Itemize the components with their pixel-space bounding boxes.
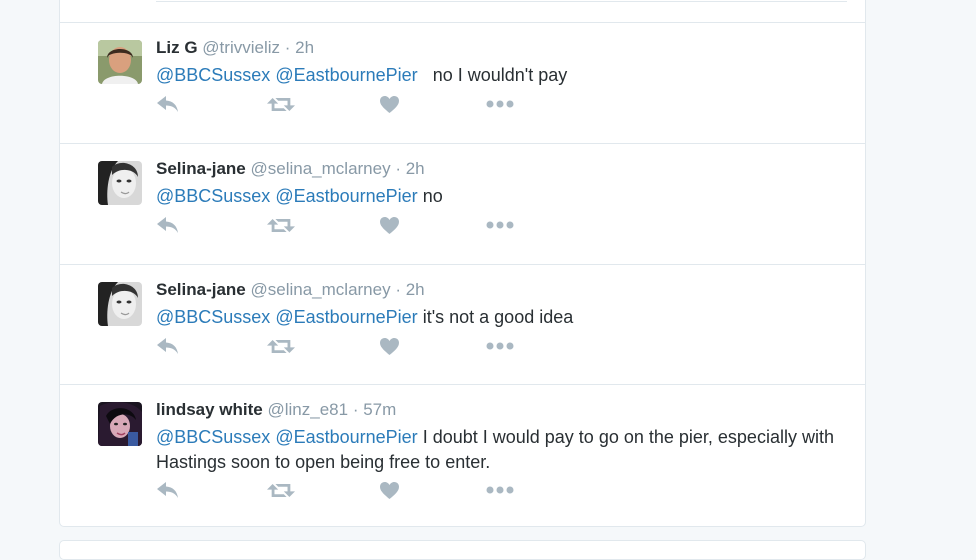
tweet-actions xyxy=(156,479,516,501)
divider xyxy=(156,1,847,2)
tweet-timestamp[interactable]: · 2h xyxy=(285,38,314,57)
tweet-text: @BBCSussex @EastbournePier no I wouldn't… xyxy=(156,63,856,88)
tweet-actions xyxy=(156,214,516,236)
retweet-icon[interactable] xyxy=(267,479,295,501)
avatar[interactable] xyxy=(98,161,142,205)
mention-link[interactable]: @BBCSussex xyxy=(156,307,270,327)
user-handle[interactable]: @linz_e81 xyxy=(267,400,348,419)
user-handle[interactable]: @selina_mclarney xyxy=(251,280,391,299)
avatar[interactable] xyxy=(98,40,142,84)
mention-link[interactable]: @BBCSussex xyxy=(156,65,270,85)
tweet-text: @BBCSussex @EastbournePier it's not a go… xyxy=(156,305,856,330)
mention-link[interactable]: @BBCSussex xyxy=(156,186,270,206)
tweet-body: no I wouldn't pay xyxy=(422,65,568,85)
heart-icon[interactable] xyxy=(379,479,400,501)
retweet-icon[interactable] xyxy=(267,93,295,115)
mention-link[interactable]: @EastbournePier xyxy=(275,427,417,447)
tweet-text: @BBCSussex @EastbournePier I doubt I wou… xyxy=(156,425,856,475)
tweet[interactable]: lindsay white @linz_e81 · 57m @BBCSussex… xyxy=(60,384,865,527)
reply-icon[interactable] xyxy=(156,214,180,236)
mention-link[interactable]: @EastbournePier xyxy=(275,65,417,85)
user-fullname[interactable]: Liz G xyxy=(156,38,198,57)
avatar[interactable] xyxy=(98,282,142,326)
reply-icon[interactable] xyxy=(156,93,180,115)
next-card-edge xyxy=(59,540,866,560)
user-fullname[interactable]: Selina-jane xyxy=(156,159,246,178)
retweet-icon[interactable] xyxy=(267,335,295,357)
mention-link[interactable]: @EastbournePier xyxy=(275,307,417,327)
retweet-icon[interactable] xyxy=(267,214,295,236)
more-icon[interactable] xyxy=(486,93,514,115)
tweet-timestamp[interactable]: · 2h xyxy=(395,280,424,299)
user-handle[interactable]: @selina_mclarney xyxy=(251,159,391,178)
avatar[interactable] xyxy=(98,402,142,446)
tweet[interactable]: Liz G @trivvieliz · 2h @BBCSussex @Eastb… xyxy=(60,22,865,143)
user-fullname[interactable]: lindsay white xyxy=(156,400,263,419)
mention-link[interactable]: @BBCSussex xyxy=(156,427,270,447)
heart-icon[interactable] xyxy=(379,214,400,236)
tweet[interactable]: Selina-jane @selina_mclarney · 2h @BBCSu… xyxy=(60,143,865,264)
tweet-header: Selina-jane @selina_mclarney · 2h xyxy=(156,279,425,301)
tweet-text: @BBCSussex @EastbournePier no xyxy=(156,184,856,209)
tweet-timestamp[interactable]: · 2h xyxy=(395,159,424,178)
tweet-header: Selina-jane @selina_mclarney · 2h xyxy=(156,158,425,180)
tweet-header: lindsay white @linz_e81 · 57m xyxy=(156,399,396,421)
tweet-body: no xyxy=(422,186,443,206)
reply-icon[interactable] xyxy=(156,335,180,357)
tweet-timestamp[interactable]: · 57m xyxy=(353,400,396,419)
tweet-actions xyxy=(156,93,516,115)
heart-icon[interactable] xyxy=(379,335,400,357)
heart-icon[interactable] xyxy=(379,93,400,115)
tweet-timeline: Liz G @trivvieliz · 2h @BBCSussex @Eastb… xyxy=(59,0,866,527)
tweet-actions xyxy=(156,335,516,357)
mention-link[interactable]: @EastbournePier xyxy=(275,186,417,206)
more-icon[interactable] xyxy=(486,479,514,501)
tweet-header: Liz G @trivvieliz · 2h xyxy=(156,37,314,59)
tweet[interactable]: Selina-jane @selina_mclarney · 2h @BBCSu… xyxy=(60,264,865,385)
tweet-body: it's not a good idea xyxy=(422,307,574,327)
more-icon[interactable] xyxy=(486,335,514,357)
reply-icon[interactable] xyxy=(156,479,180,501)
previous-tweet-edge xyxy=(60,0,865,22)
more-icon[interactable] xyxy=(486,214,514,236)
user-fullname[interactable]: Selina-jane xyxy=(156,280,246,299)
user-handle[interactable]: @trivvieliz xyxy=(202,38,280,57)
